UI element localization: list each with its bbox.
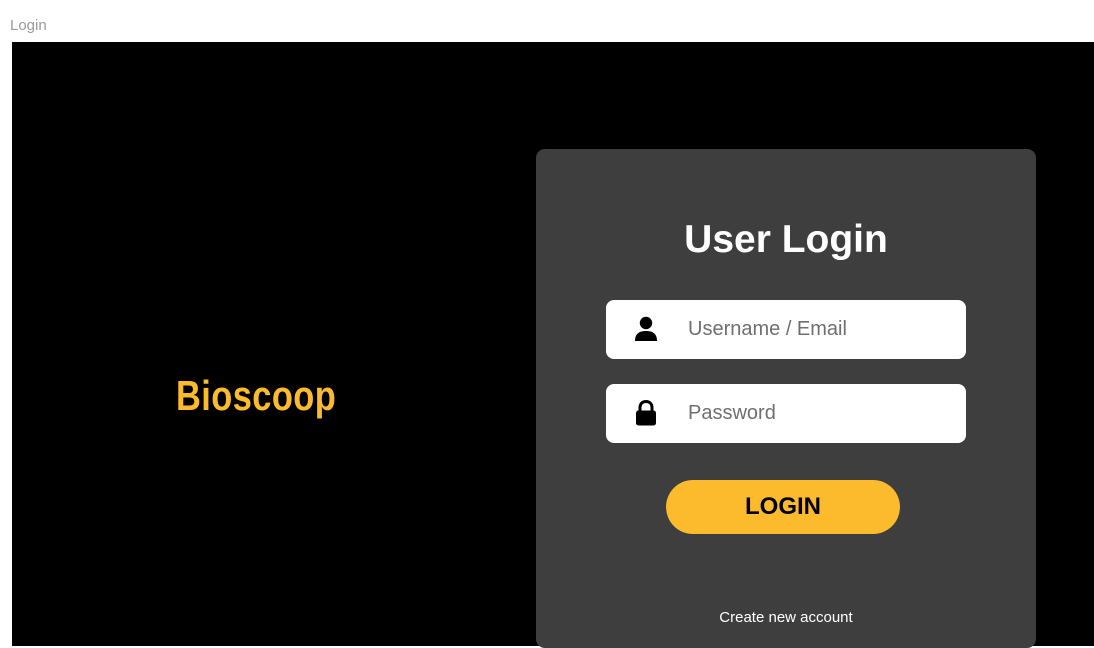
username-field[interactable] [606,300,966,359]
user-icon [634,316,658,342]
create-account-link[interactable]: Create new account [536,608,1036,628]
login-screen: Bioscoop User Login LOGIN Create new a [12,42,1094,648]
frame-label: Login [10,17,47,34]
lock-icon [634,399,658,426]
login-card: User Login LOGIN Create new account [536,149,1036,648]
password-input[interactable] [688,384,948,443]
login-title: User Login [684,218,888,261]
login-button[interactable]: LOGIN [666,480,900,534]
brand-logo: Bioscoop [176,372,337,419]
password-field[interactable] [606,384,966,443]
username-input[interactable] [688,300,948,359]
